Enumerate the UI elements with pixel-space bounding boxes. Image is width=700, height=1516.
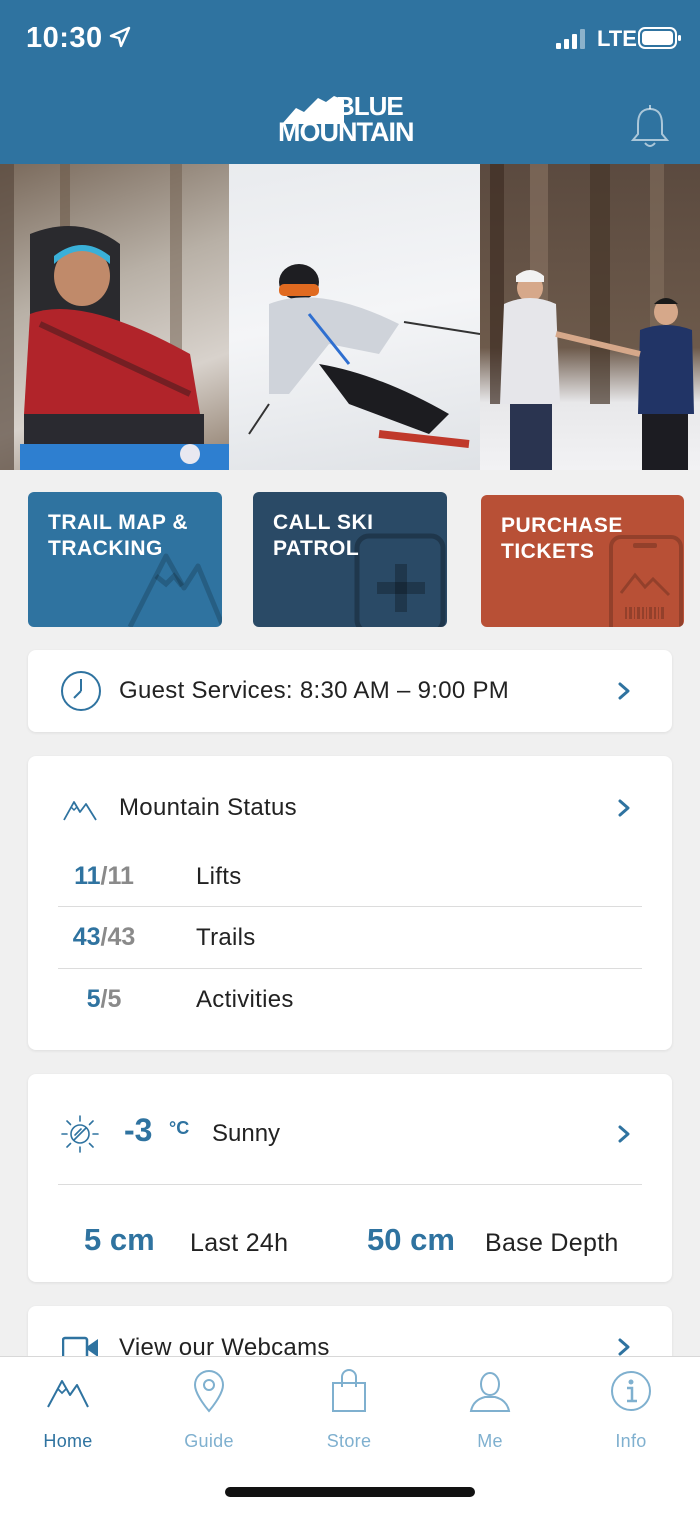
chevron-right-icon bbox=[618, 1338, 630, 1356]
trails-count: 43/43 bbox=[58, 923, 150, 952]
tab-info-label: Info bbox=[615, 1431, 647, 1451]
blue-mountain-logo[interactable]: BLUE MOUNTAIN bbox=[274, 93, 430, 150]
family-walking-photo bbox=[480, 164, 700, 470]
trails-total: /43 bbox=[100, 923, 136, 951]
chevron-right-icon bbox=[618, 682, 630, 700]
activities-total: /5 bbox=[100, 985, 122, 1013]
person-icon bbox=[469, 1371, 511, 1412]
mountain-status-header[interactable]: Mountain Status bbox=[28, 756, 672, 846]
lifts-total: /11 bbox=[100, 862, 134, 890]
trails-label: Trails bbox=[196, 924, 256, 951]
weather-card[interactable]: -3 °C Sunny 5 cm Last 24h 50 cm Base Dep… bbox=[28, 1074, 672, 1282]
tab-guide-label: Guide bbox=[184, 1431, 234, 1451]
adaptive-skier-photo bbox=[0, 164, 229, 470]
weather-condition: Sunny bbox=[212, 1120, 281, 1147]
temperature-unit: °C bbox=[169, 1118, 190, 1138]
status-time: 10:30 bbox=[26, 22, 103, 54]
call-ski-patrol-tile[interactable]: CALL SKI PATROL bbox=[253, 492, 447, 627]
network-type: LTE bbox=[597, 26, 637, 51]
snow-24h-label: Last 24h bbox=[190, 1229, 289, 1257]
lifts-open: 11 bbox=[74, 862, 101, 890]
purchase-tickets-label: PURCHASE TICKETS bbox=[501, 514, 623, 563]
base-depth-label: Base Depth bbox=[485, 1229, 619, 1257]
base-depth-value: 50 cm bbox=[367, 1222, 455, 1257]
tab-store-label: Store bbox=[326, 1431, 372, 1451]
tab-home-label: Home bbox=[43, 1431, 93, 1451]
purchase-tickets-tile[interactable]: PURCHASE TICKETS bbox=[481, 495, 684, 627]
chevron-right-icon bbox=[618, 799, 630, 817]
logo-wordmark: BLUE MOUNTAIN bbox=[278, 93, 414, 146]
activities-count: 5/5 bbox=[58, 985, 150, 1014]
activities-label: Activities bbox=[196, 986, 294, 1013]
status-row-trails: 43/43 Trails bbox=[58, 906, 642, 968]
quick-action-tiles: TRAIL MAP & TRACKING CALL SKI PATROL PUR… bbox=[0, 492, 700, 628]
notification-bell-icon[interactable] bbox=[630, 104, 670, 150]
mountain-icon bbox=[63, 801, 97, 821]
trail-map-tile[interactable]: TRAIL MAP & TRACKING bbox=[28, 492, 222, 627]
activities-open: 5 bbox=[86, 985, 101, 1013]
map-pin-icon bbox=[193, 1370, 225, 1413]
mountain-status-title: Mountain Status bbox=[119, 794, 297, 821]
home-indicator bbox=[225, 1487, 475, 1497]
call-ski-patrol-label: CALL SKI PATROL bbox=[273, 511, 374, 560]
tab-me[interactable]: Me bbox=[430, 1369, 550, 1453]
logo-line-2: MOUNTAIN bbox=[278, 117, 414, 147]
family-walking-illustration bbox=[490, 164, 694, 470]
status-bar: 10:30 LTE bbox=[0, 0, 700, 78]
tab-guide[interactable]: Guide bbox=[149, 1369, 269, 1453]
status-row-lifts: 11/11 Lifts bbox=[58, 846, 642, 908]
clock-icon bbox=[61, 671, 101, 711]
skier-illustration bbox=[248, 264, 480, 448]
trails-open: 43 bbox=[72, 923, 101, 951]
shopping-bag-icon bbox=[332, 1369, 366, 1412]
trail-map-label: TRAIL MAP & TRACKING bbox=[48, 511, 189, 560]
tab-info[interactable]: Info bbox=[571, 1369, 691, 1453]
snow-24h-value: 5 cm bbox=[84, 1222, 155, 1257]
skier-photo bbox=[229, 164, 480, 470]
signal-icon bbox=[556, 29, 585, 49]
chevron-right-icon bbox=[618, 1125, 630, 1143]
location-arrow-icon bbox=[109, 26, 131, 48]
adaptive-skier-illustration bbox=[0, 164, 229, 470]
sunny-weather-icon bbox=[61, 1115, 99, 1153]
guest-services-card[interactable]: Guest Services: 8:30 AM – 9:00 PM bbox=[28, 650, 672, 732]
lifts-label: Lifts bbox=[196, 863, 242, 890]
guest-services-hours: Guest Services: 8:30 AM – 9:00 PM bbox=[119, 677, 510, 704]
info-icon bbox=[611, 1371, 651, 1411]
weather-divider bbox=[58, 1184, 642, 1185]
temperature-value: -3 bbox=[124, 1112, 153, 1148]
mountain-status-card: Mountain Status 11/11 Lifts 43/43 Trails… bbox=[28, 756, 672, 1050]
battery-icon bbox=[638, 27, 681, 49]
status-row-activities: 5/5 Activities bbox=[58, 968, 642, 1030]
app-header: 10:30 LTE BLUE MOUNTAIN bbox=[0, 0, 700, 164]
mountain-icon bbox=[47, 1380, 89, 1408]
tab-store[interactable]: Store bbox=[289, 1369, 409, 1453]
tab-home[interactable]: Home bbox=[8, 1369, 128, 1453]
tab-me-label: Me bbox=[477, 1431, 503, 1451]
hero-photo-collage bbox=[0, 164, 700, 470]
lifts-count: 11/11 bbox=[58, 862, 150, 891]
